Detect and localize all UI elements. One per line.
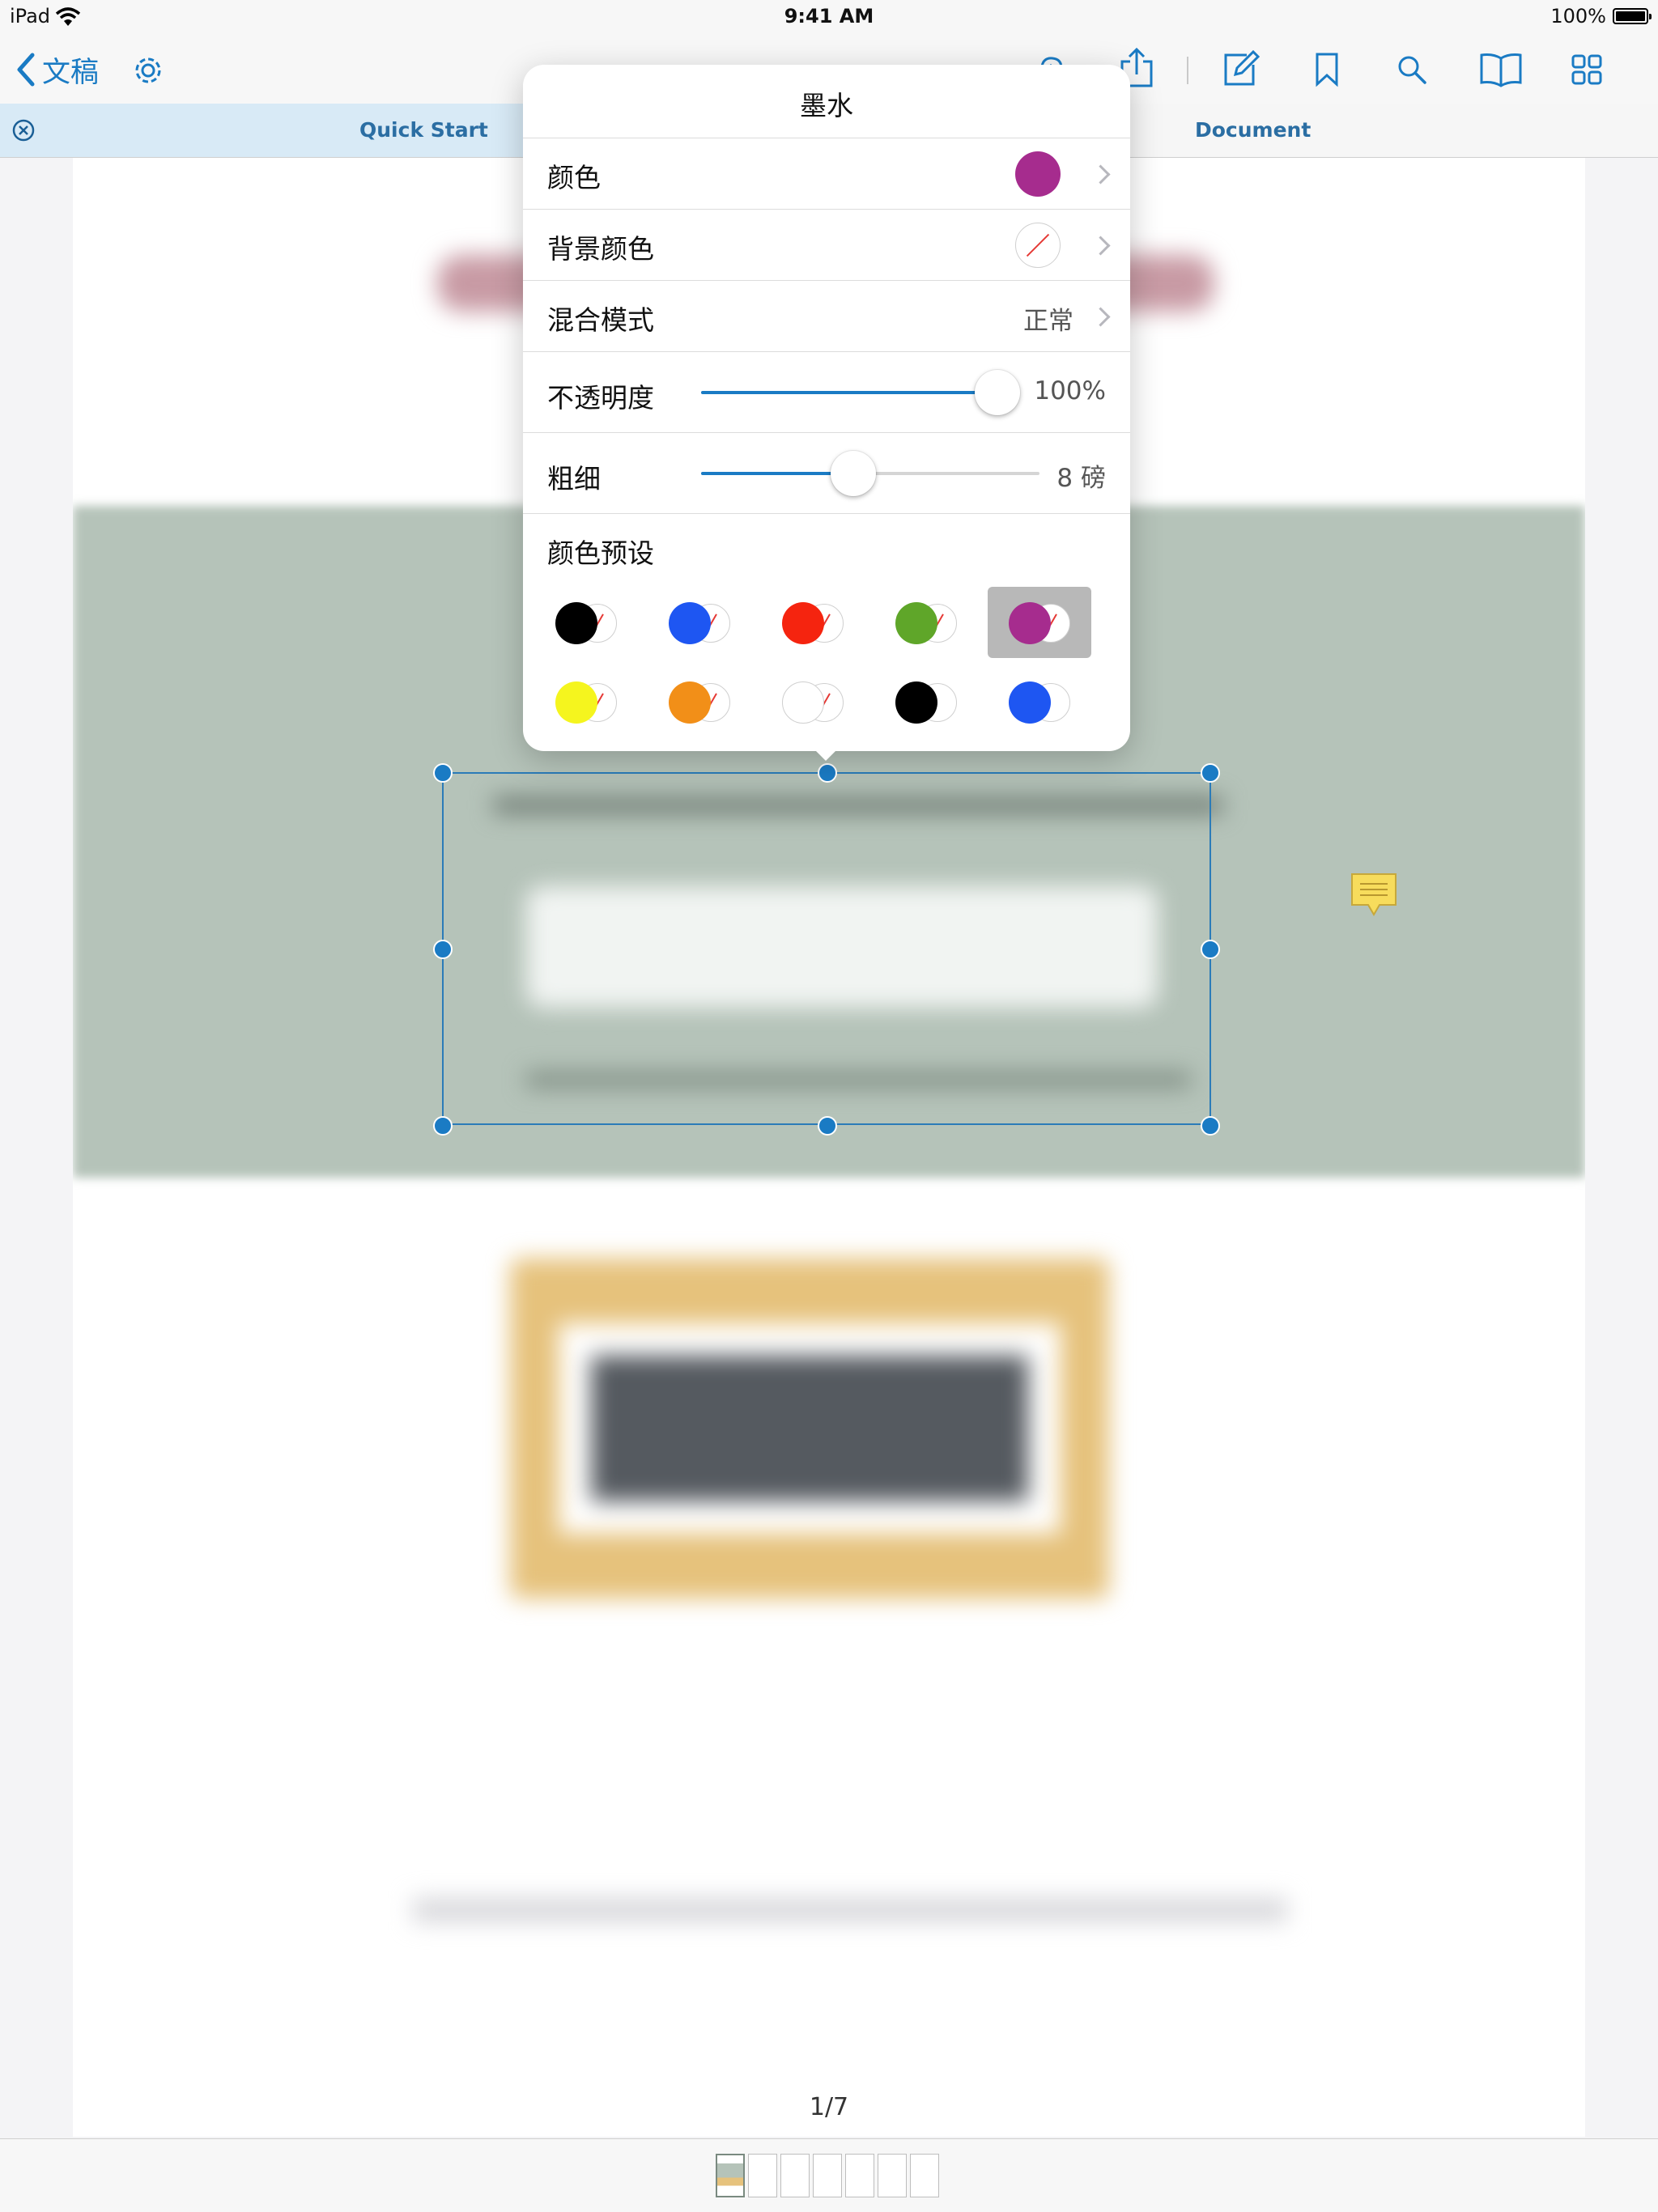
color-preset[interactable]	[874, 587, 978, 658]
page-thumbnail[interactable]	[780, 2154, 810, 2197]
color-preset[interactable]	[761, 666, 865, 737]
chevron-right-icon	[1090, 236, 1111, 256]
preset-foreground-swatch	[895, 602, 937, 644]
back-label: 文稿	[42, 56, 100, 89]
preset-foreground-swatch	[895, 681, 937, 724]
toolbar-divider	[1187, 57, 1188, 84]
background-color-row[interactable]: 背景颜色	[523, 209, 1130, 281]
preset-foreground-swatch	[669, 681, 711, 724]
no-fill-swatch	[1015, 223, 1061, 268]
tab-label: Document	[1195, 118, 1312, 142]
blend-mode-value: 正常	[1023, 307, 1073, 336]
opacity-row: 不透明度 100%	[523, 351, 1130, 433]
thumbnails-grid-button[interactable]	[1566, 49, 1608, 91]
color-preset[interactable]	[534, 666, 638, 737]
page-thumbnail[interactable]	[845, 2154, 874, 2197]
selection-rectangle[interactable]	[433, 763, 1220, 1136]
preset-foreground-swatch	[555, 681, 597, 724]
background-color-label: 背景颜色	[547, 233, 654, 265]
chevron-right-icon	[1090, 164, 1111, 185]
preset-foreground-swatch	[669, 602, 711, 644]
resize-handle-bottom[interactable]	[818, 1116, 837, 1136]
tab-label: Quick Start	[359, 118, 488, 142]
opacity-value: 100%	[1034, 376, 1106, 405]
battery-indicator: 100%	[1550, 5, 1652, 28]
popover-title: 墨水	[800, 90, 853, 121]
preset-foreground-swatch	[1009, 681, 1051, 724]
ink-properties-popover: 墨水 颜色 背景颜色 混合模式 正常 不透明度 100% 粗细 8 磅 颜色预设	[523, 65, 1130, 761]
battery-percent: 100%	[1550, 5, 1606, 28]
note-annotation-icon[interactable]	[1349, 871, 1399, 919]
preset-foreground-swatch	[1009, 602, 1051, 644]
color-preset[interactable]	[648, 666, 751, 737]
gear-icon	[135, 57, 161, 83]
resize-handle-right[interactable]	[1201, 940, 1220, 959]
color-preset[interactable]	[874, 666, 978, 737]
opacity-slider-thumb[interactable]	[975, 370, 1020, 415]
grid-icon	[1571, 54, 1602, 85]
blurred-footer-text	[413, 1898, 1287, 1922]
status-time: 9:41 AM	[784, 5, 874, 28]
color-preset[interactable]	[988, 666, 1091, 737]
chevron-left-icon	[17, 53, 35, 87]
opacity-label: 不透明度	[547, 382, 654, 414]
opacity-slider-fill	[701, 391, 997, 394]
page-thumbnail[interactable]	[813, 2154, 842, 2197]
preset-foreground-swatch	[555, 602, 597, 644]
resize-handle-bottom-left[interactable]	[433, 1116, 453, 1136]
resize-handle-top[interactable]	[818, 763, 837, 783]
resize-handle-top-left[interactable]	[433, 763, 453, 783]
thickness-value: 8 磅	[1056, 464, 1106, 493]
book-icon	[1480, 53, 1522, 87]
blurred-year-text	[591, 1356, 1028, 1501]
page-thumbnail[interactable]	[878, 2154, 907, 2197]
preset-foreground-swatch	[782, 681, 824, 724]
back-button[interactable]: 文稿	[15, 47, 99, 92]
blend-mode-row[interactable]: 混合模式 正常	[523, 280, 1130, 352]
chevron-right-icon	[1090, 307, 1111, 327]
wifi-icon	[55, 7, 81, 26]
page-thumbnail[interactable]	[910, 2154, 939, 2197]
resize-handle-top-right[interactable]	[1201, 763, 1220, 783]
preset-foreground-swatch	[782, 602, 824, 644]
page-thumbnail[interactable]	[748, 2154, 777, 2197]
outline-button[interactable]	[1477, 47, 1525, 92]
battery-icon	[1613, 8, 1652, 24]
page-indicator: 1/7	[809, 2093, 849, 2121]
no-color-slash	[1026, 233, 1050, 257]
color-preset[interactable]	[534, 587, 638, 658]
status-bar: iPad 9:41 AM 100%	[0, 0, 1658, 36]
color-label: 颜色	[547, 162, 601, 193]
thickness-label: 粗细	[547, 463, 601, 495]
thickness-row: 粗细 8 磅	[523, 432, 1130, 514]
edit-icon	[1224, 50, 1260, 86]
bookmark-button[interactable]	[1307, 47, 1347, 92]
page-thumbnail-strip	[0, 2138, 1658, 2212]
search-icon	[1398, 56, 1426, 84]
color-row[interactable]: 颜色	[523, 138, 1130, 210]
color-presets-label: 颜色预设	[547, 537, 654, 569]
blend-mode-label: 混合模式	[547, 304, 654, 336]
color-preset[interactable]	[761, 587, 865, 658]
edit-button[interactable]	[1218, 47, 1263, 92]
settings-button[interactable]	[130, 52, 167, 89]
color-preset[interactable]	[648, 587, 751, 658]
page-thumbnail[interactable]	[716, 2154, 745, 2197]
close-tab-icon[interactable]	[11, 118, 36, 142]
color-preset[interactable]	[988, 587, 1091, 658]
bookmark-icon	[1316, 53, 1338, 87]
color-presets-section: 颜色预设	[523, 513, 1130, 752]
resize-handle-left[interactable]	[433, 940, 453, 959]
current-color-swatch	[1015, 151, 1061, 197]
resize-handle-bottom-right[interactable]	[1201, 1116, 1220, 1136]
thickness-slider-thumb[interactable]	[831, 451, 877, 496]
search-button[interactable]	[1391, 49, 1433, 91]
